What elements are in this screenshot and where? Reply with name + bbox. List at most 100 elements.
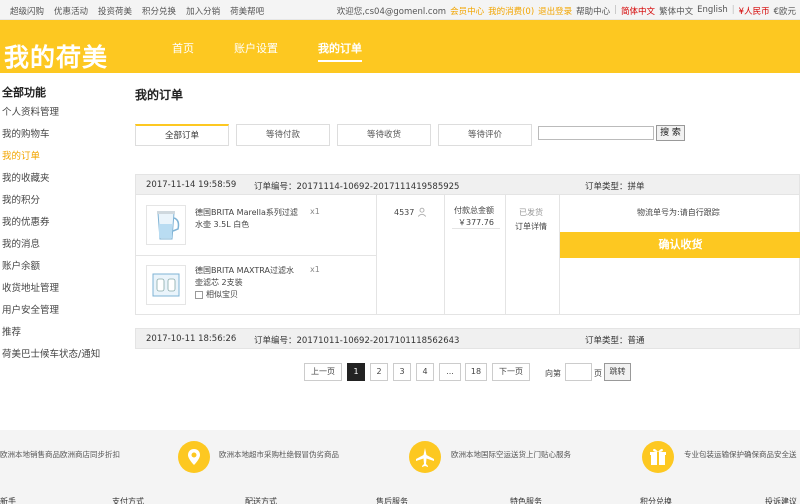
- gift-badge: [642, 441, 674, 473]
- logout-link[interactable]: 退出登录: [538, 5, 572, 17]
- welcome-text: 欢迎您,cs04@gomenl.com: [336, 7, 447, 17]
- footer-link[interactable]: 新手: [0, 496, 16, 504]
- order-number: 订单编号：20171011-10692-2017101118562643: [254, 336, 460, 346]
- similar-products-toggle[interactable]: 相似宝贝: [195, 289, 238, 300]
- footer-feature-text: 专业包装运输保护确保商品安全送: [684, 450, 797, 459]
- location-icon: [188, 449, 200, 465]
- similar-checkbox[interactable]: [195, 290, 203, 299]
- nav-home[interactable]: 首页: [172, 40, 194, 62]
- order-total: ￥377.76: [458, 218, 494, 227]
- similar-label: 相似宝贝: [206, 290, 238, 299]
- sidebar-item-balance[interactable]: 账户余额: [0, 260, 125, 282]
- sidebar-item-points[interactable]: 我的积分: [0, 194, 125, 216]
- order-header: 2017-11-14 19:58:59 订单编号：20171114-10692-…: [135, 174, 800, 195]
- footer-link[interactable]: 配送方式: [245, 496, 277, 504]
- gift-icon: [650, 448, 666, 465]
- product-qty: x1: [310, 207, 320, 216]
- product-name[interactable]: 德国BRITA Marella系列过滤水壶 3.5L 白色: [195, 207, 299, 231]
- sidebar-title: 全部功能: [2, 86, 46, 99]
- search-button[interactable]: 搜 索: [656, 125, 685, 141]
- site-logo[interactable]: 我的荷美: [4, 38, 108, 74]
- order-type: 订单类型：普通: [585, 336, 645, 346]
- top-link-flash-sale[interactable]: 超级闪购: [10, 5, 44, 17]
- footer-link[interactable]: 售后服务: [376, 496, 408, 504]
- confirm-receipt-button[interactable]: 确认收货: [560, 232, 800, 258]
- sidebar: 全部功能 个人资料管理 我的购物车 我的订单 我的收藏夹 我的积分 我的优惠券 …: [0, 84, 125, 370]
- sidebar-item-cart[interactable]: 我的购物车: [0, 128, 125, 150]
- divider: [136, 255, 376, 256]
- order-id-cell: 4537: [394, 207, 427, 217]
- tab-awaiting-payment[interactable]: 等待付款: [236, 124, 330, 146]
- pitcher-icon: [157, 211, 180, 240]
- airplane-badge: [409, 441, 441, 473]
- site-header: 我的荷美 首页 账户设置 我的订单: [0, 20, 800, 73]
- lang-simplified[interactable]: 简体中文: [621, 5, 655, 17]
- sidebar-item-addresses[interactable]: 收货地址管理: [0, 282, 125, 304]
- goto-label: 向第: [545, 369, 561, 378]
- tab-all-orders[interactable]: 全部订单: [135, 124, 229, 146]
- pager-page-3[interactable]: 3: [393, 363, 411, 381]
- filter-pack-icon: [152, 273, 180, 297]
- sidebar-item-recommend[interactable]: 推荐: [0, 326, 125, 348]
- top-link-join-distribution[interactable]: 加入分销: [186, 5, 220, 17]
- footer-feature-text: 欧洲本地销售商品欧洲商店同步折扣: [0, 450, 120, 459]
- footer-link[interactable]: 积分兑换: [640, 496, 672, 504]
- pager-prev-button[interactable]: 上一页: [304, 363, 342, 381]
- logistics-number: 物流单号为:请自行跟踪: [637, 208, 720, 217]
- product-image-pitcher[interactable]: [146, 205, 186, 245]
- user-icon: [418, 207, 427, 217]
- footer-link[interactable]: 支付方式: [112, 496, 144, 504]
- sidebar-item-profile[interactable]: 个人资料管理: [0, 106, 125, 128]
- pager-page-1[interactable]: 1: [347, 363, 365, 381]
- order-type: 订单类型：拼单: [585, 182, 645, 192]
- top-link-promotions[interactable]: 优惠活动: [54, 5, 88, 17]
- pager-next-button[interactable]: 下一页: [492, 363, 530, 381]
- sidebar-item-orders[interactable]: 我的订单: [0, 150, 125, 172]
- order-status: 已发货: [519, 208, 543, 217]
- top-link-invest[interactable]: 投资荷美: [98, 5, 132, 17]
- lang-english[interactable]: English: [697, 5, 728, 17]
- member-center-link[interactable]: 会员中心: [450, 5, 484, 17]
- product-name[interactable]: 德国BRITA MAXTRA过滤水壶滤芯 2支装: [195, 265, 299, 289]
- divider: |: [614, 5, 618, 15]
- order-search-input[interactable]: [538, 126, 654, 140]
- divider: [452, 228, 500, 229]
- footer-link[interactable]: 投诉建议: [765, 496, 797, 504]
- divider: [505, 195, 506, 315]
- order-number: 订单编号：20171114-10692-2017111419585925: [254, 182, 460, 192]
- tab-awaiting-review[interactable]: 等待评价: [438, 124, 532, 146]
- divider: [376, 195, 377, 315]
- footer-link[interactable]: 特色服务: [510, 496, 542, 504]
- pager-page-4[interactable]: 4: [416, 363, 434, 381]
- top-utility-bar: 超级闪购 优惠活动 投资荷美 积分兑换 加入分销 荷美帮吧 欢迎您,cs04@g…: [0, 0, 800, 20]
- pager-page-last[interactable]: 18: [465, 363, 487, 381]
- help-center-link[interactable]: 帮助中心: [576, 5, 610, 17]
- top-right-links: 欢迎您,cs04@gomenl.com 会员中心 我的消费(0) 退出登录 帮助…: [337, 5, 796, 17]
- nav-my-orders[interactable]: 我的订单: [318, 40, 362, 62]
- sidebar-item-coupons[interactable]: 我的优惠券: [0, 216, 125, 238]
- order-date: 2017-10-11 18:56:26: [146, 334, 237, 344]
- main-nav: 首页 账户设置 我的订单: [172, 40, 402, 62]
- sidebar-item-security[interactable]: 用户安全管理: [0, 304, 125, 326]
- my-consumption-link[interactable]: 我的消费(0): [488, 5, 534, 17]
- currency-eur[interactable]: €欧元: [774, 5, 796, 17]
- top-link-points-exchange[interactable]: 积分兑换: [142, 5, 176, 17]
- order-detail-link[interactable]: 订单详情: [515, 221, 547, 232]
- currency-rmb[interactable]: ¥人民币: [739, 5, 770, 17]
- sidebar-item-favorites[interactable]: 我的收藏夹: [0, 172, 125, 194]
- product-image-filters[interactable]: [146, 265, 186, 305]
- top-link-help-bar[interactable]: 荷美帮吧: [230, 5, 264, 17]
- goto-page-input[interactable]: [565, 363, 592, 381]
- tab-awaiting-receipt[interactable]: 等待收货: [337, 124, 431, 146]
- sidebar-item-bus-status[interactable]: 荷美巴士候车状态/通知: [0, 348, 125, 370]
- order-user-id: 4537: [394, 207, 415, 217]
- nav-account-settings[interactable]: 账户设置: [234, 40, 278, 62]
- divider: [444, 195, 445, 315]
- lang-traditional[interactable]: 繁体中文: [659, 5, 693, 17]
- jump-button[interactable]: 跳转: [604, 363, 631, 381]
- page-unit-label: 页: [594, 369, 602, 378]
- sidebar-item-messages[interactable]: 我的消息: [0, 238, 125, 260]
- pager-page-2[interactable]: 2: [370, 363, 388, 381]
- product-qty: x1: [310, 265, 320, 274]
- total-label: 付款总金额: [454, 206, 494, 215]
